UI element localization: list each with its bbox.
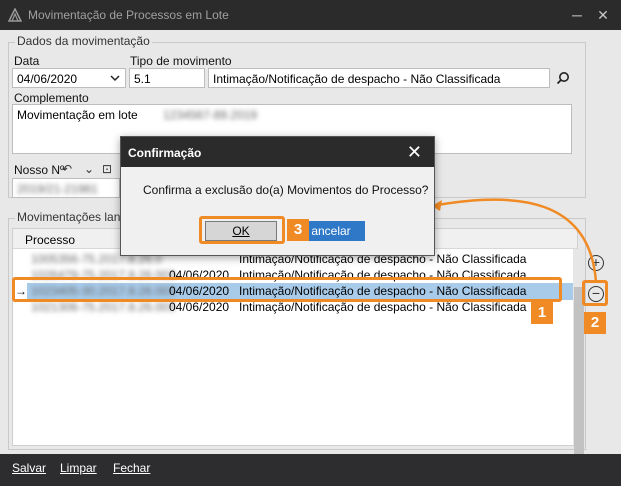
dialog-title: Confirmação <box>128 146 202 160</box>
main-window: Movimentação de Processos em Lote ─ ✕ Da… <box>0 0 621 486</box>
dialog-title-bar: Confirmação ✕ <box>121 137 434 167</box>
annotation-ok-highlight <box>199 216 285 244</box>
annotation-badge-3: 3 <box>287 219 309 241</box>
dialog-close-icon[interactable]: ✕ <box>407 142 422 162</box>
dialog-message: Confirma a exclusão do(a) Movimentos do … <box>143 183 429 197</box>
